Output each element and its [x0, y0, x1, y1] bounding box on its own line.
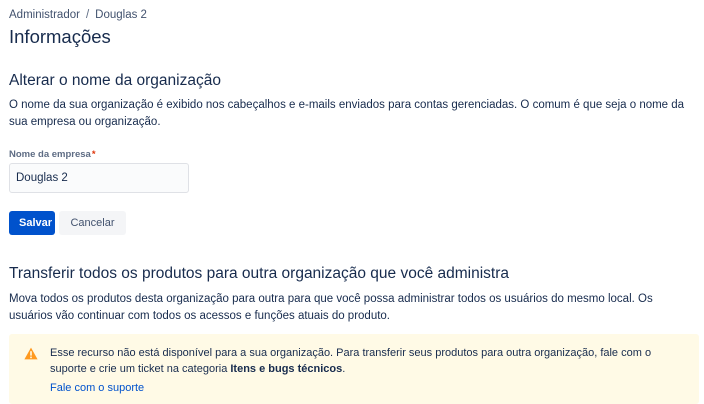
warning-banner: Esse recurso não está disponível para a …: [9, 334, 699, 404]
company-name-input[interactable]: [9, 163, 189, 193]
contact-support-link[interactable]: Fale com o suporte: [50, 382, 144, 394]
company-name-label: Nome da empresa*: [9, 149, 96, 160]
save-button[interactable]: Salvar: [9, 211, 55, 235]
warning-category-name: Itens e bugs técnicos: [230, 363, 343, 375]
cancel-button[interactable]: Cancelar: [59, 211, 126, 235]
transfer-section-title: Transferir todos os produtos para outra …: [9, 265, 510, 282]
breadcrumb-separator: /: [85, 9, 90, 21]
breadcrumb-item-organization[interactable]: Douglas 2: [95, 9, 147, 21]
warning-message-end: .: [342, 363, 346, 375]
rename-section-title: Alterar o nome da organização: [9, 72, 221, 89]
required-marker: *: [91, 149, 96, 160]
company-name-label-text: Nome da empresa: [9, 149, 91, 160]
breadcrumb-item-administrator[interactable]: Administrador: [9, 9, 80, 21]
rename-section-description: O nome da sua organização é exibido nos …: [9, 99, 685, 128]
warning-icon: [24, 347, 38, 360]
page-title: Informações: [9, 26, 111, 47]
warning-message-text: Esse recurso não está disponível para a …: [50, 347, 652, 375]
warning-message: Esse recurso não está disponível para a …: [50, 345, 690, 377]
breadcrumb: Administrador / Douglas 2: [9, 9, 147, 21]
transfer-section-description: Mova todos os produtos desta organização…: [9, 293, 653, 322]
